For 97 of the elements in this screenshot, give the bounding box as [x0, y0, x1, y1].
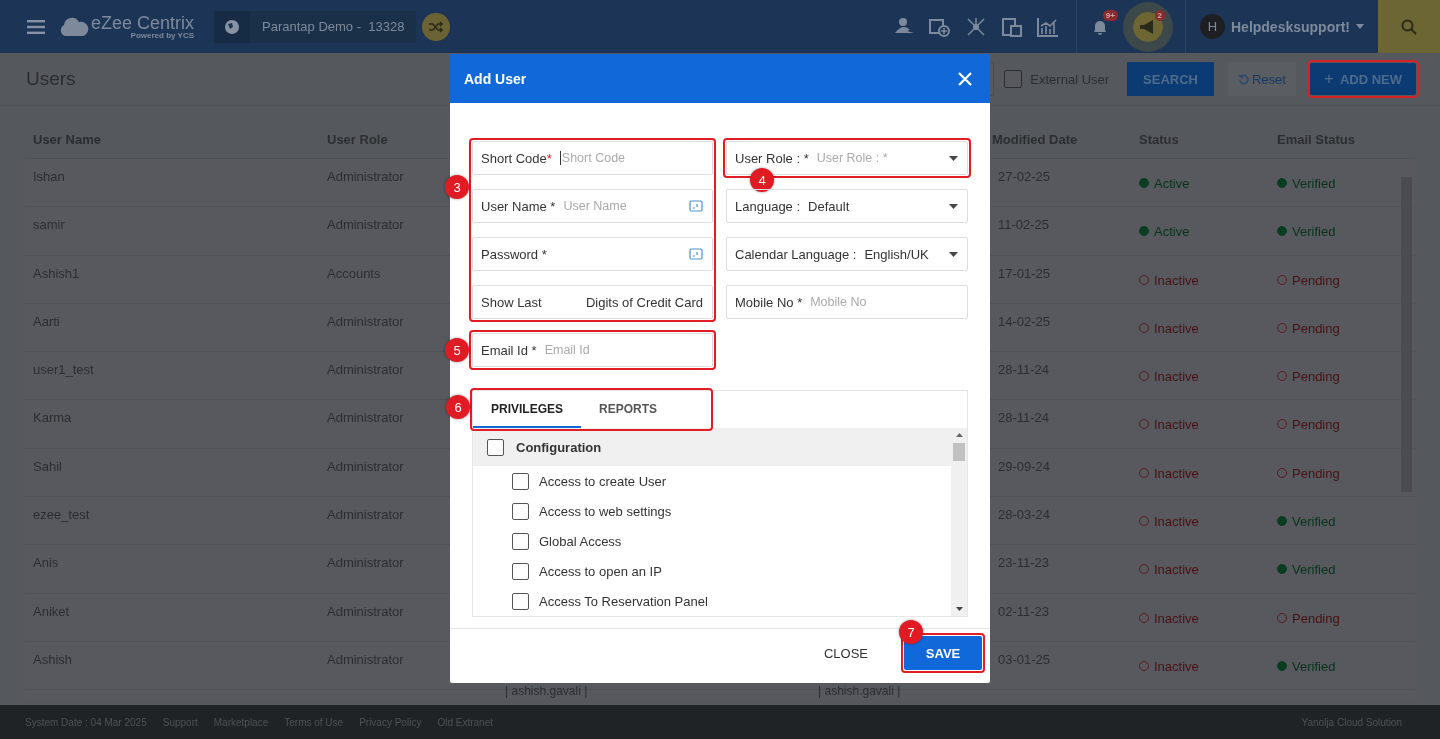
status-label: Inactive — [1154, 658, 1199, 674]
field-label: Password * — [481, 246, 547, 262]
scroll-up-icon[interactable] — [955, 433, 963, 437]
field-label: User Name * — [481, 198, 556, 214]
checkbox-label: Access to web settings — [539, 503, 672, 519]
email-field[interactable]: Email Id * Email Id — [472, 333, 713, 367]
checkbox-label: Access To Reservation Panel — [539, 593, 708, 609]
status-label: Inactive — [1154, 562, 1199, 578]
caret-icon — [949, 251, 958, 257]
status-label: Inactive — [1154, 272, 1199, 288]
brand-tagline: Powered by YCS — [130, 31, 195, 40]
status-label: Verified — [1292, 176, 1336, 191]
checkbox-label: Access to create User — [539, 473, 667, 489]
annotation-badge: 5 — [445, 338, 469, 362]
annotation-badge: 6 — [446, 395, 470, 419]
dialog-title: Add User — [464, 70, 527, 87]
input-field[interactable]: Password * — [472, 237, 713, 271]
menu-icon[interactable] — [27, 19, 45, 34]
close-icon[interactable] — [958, 71, 972, 86]
checkbox[interactable] — [512, 532, 529, 550]
annotation-badge: 7 — [899, 620, 923, 644]
field-label: Short Code* — [481, 150, 552, 166]
checkbox[interactable] — [512, 502, 529, 520]
field-label: User Role : * — [735, 150, 809, 166]
status-label: Active — [1154, 224, 1190, 240]
checkbox[interactable] — [1004, 70, 1023, 88]
status-label: Pending — [1292, 610, 1340, 626]
checkbox[interactable] — [512, 592, 529, 610]
section-label: Configuration — [516, 439, 602, 455]
input-field[interactable]: Mobile No * Mobile No — [726, 285, 968, 319]
status-label: Verified — [1292, 514, 1336, 530]
globe-button[interactable] — [214, 10, 251, 43]
checkbox[interactable] — [512, 562, 529, 580]
status-label: Inactive — [1154, 369, 1199, 385]
select-field[interactable]: Language : Default — [726, 189, 968, 223]
status-label: Inactive — [1154, 320, 1199, 336]
brand-name: eZee Centrix — [91, 13, 195, 32]
field-value: English/UK — [864, 246, 929, 262]
scroll-down-icon[interactable] — [955, 607, 963, 611]
status-label: Pending — [1292, 272, 1340, 288]
annotation-badge: 4 — [750, 168, 774, 192]
status-label: Inactive — [1154, 417, 1199, 433]
scroll-thumb[interactable] — [953, 443, 965, 461]
caret-icon — [1356, 24, 1364, 29]
placeholder-text: Short Code — [559, 151, 626, 165]
annotation-badge: 3 — [445, 175, 469, 199]
select-field[interactable]: User Role : * User Role : * — [726, 141, 968, 175]
status-label: Inactive — [1154, 514, 1199, 530]
status-label: Verified — [1292, 562, 1336, 578]
chart-icon[interactable] — [1037, 16, 1059, 37]
calendar-add-icon[interactable] — [929, 16, 951, 37]
status-label: Pending — [1292, 320, 1340, 336]
field-value: Default — [808, 198, 850, 214]
caret-icon — [949, 203, 958, 209]
cloud-logo-icon — [59, 16, 89, 37]
search-icon — [1401, 18, 1417, 35]
status-label: Pending — [1292, 369, 1340, 385]
notification-badge: 9+ — [1102, 9, 1118, 21]
placeholder-text: User Role : * — [816, 151, 888, 165]
announcement-button[interactable] — [1133, 11, 1163, 42]
status-label: Verified — [1292, 658, 1336, 674]
close-button[interactable]: CLOSE — [817, 644, 874, 662]
globe-icon — [224, 18, 241, 35]
placeholder-text: User Name — [563, 199, 627, 213]
caret-icon — [949, 155, 958, 161]
placeholder-text: Email Id — [544, 343, 590, 357]
switch-property-button[interactable] — [422, 12, 451, 41]
placeholder-text: Mobile No — [810, 295, 867, 309]
checkbox-label: Access to open an IP — [539, 563, 662, 579]
checkbox[interactable] — [487, 438, 504, 456]
shuffle-icon — [429, 20, 444, 33]
input-field[interactable]: User Name * User Name — [472, 189, 713, 223]
field-label: Calendar Language : — [735, 246, 857, 262]
select-field[interactable]: Calendar Language : English/UK — [726, 237, 968, 271]
field-label: Show Last — [481, 294, 542, 310]
checkbox[interactable] — [512, 472, 529, 490]
status-label: Inactive — [1154, 465, 1199, 481]
field-label: Language : — [735, 198, 801, 214]
user-menu[interactable]: Helpdesksupport! — [1225, 18, 1356, 35]
status-label: Active — [1154, 176, 1190, 191]
field-label: Email Id * — [481, 342, 537, 358]
field-label: Mobile No * — [735, 294, 803, 310]
status-label: Verified — [1292, 224, 1336, 240]
undo-icon — [1238, 73, 1249, 85]
status-label: Pending — [1292, 417, 1340, 433]
user-avatar: H — [1200, 14, 1225, 39]
scrollbar[interactable] — [951, 428, 967, 616]
field-value: Digits of Credit Card — [585, 294, 703, 310]
announcement-badge: 2 — [1154, 9, 1165, 21]
status-label: Inactive — [1154, 610, 1199, 626]
status-label: Pending — [1292, 465, 1340, 481]
input-field[interactable]: Short Code* Short Code — [472, 141, 713, 175]
save-button[interactable]: SAVE — [904, 636, 982, 670]
input-field[interactable]: Show Last Digits of Credit Card — [472, 285, 713, 319]
checkbox-label: Global Access — [539, 533, 622, 549]
tab[interactable]: REPORTS — [581, 391, 676, 428]
plus-icon: + — [1323, 69, 1334, 89]
